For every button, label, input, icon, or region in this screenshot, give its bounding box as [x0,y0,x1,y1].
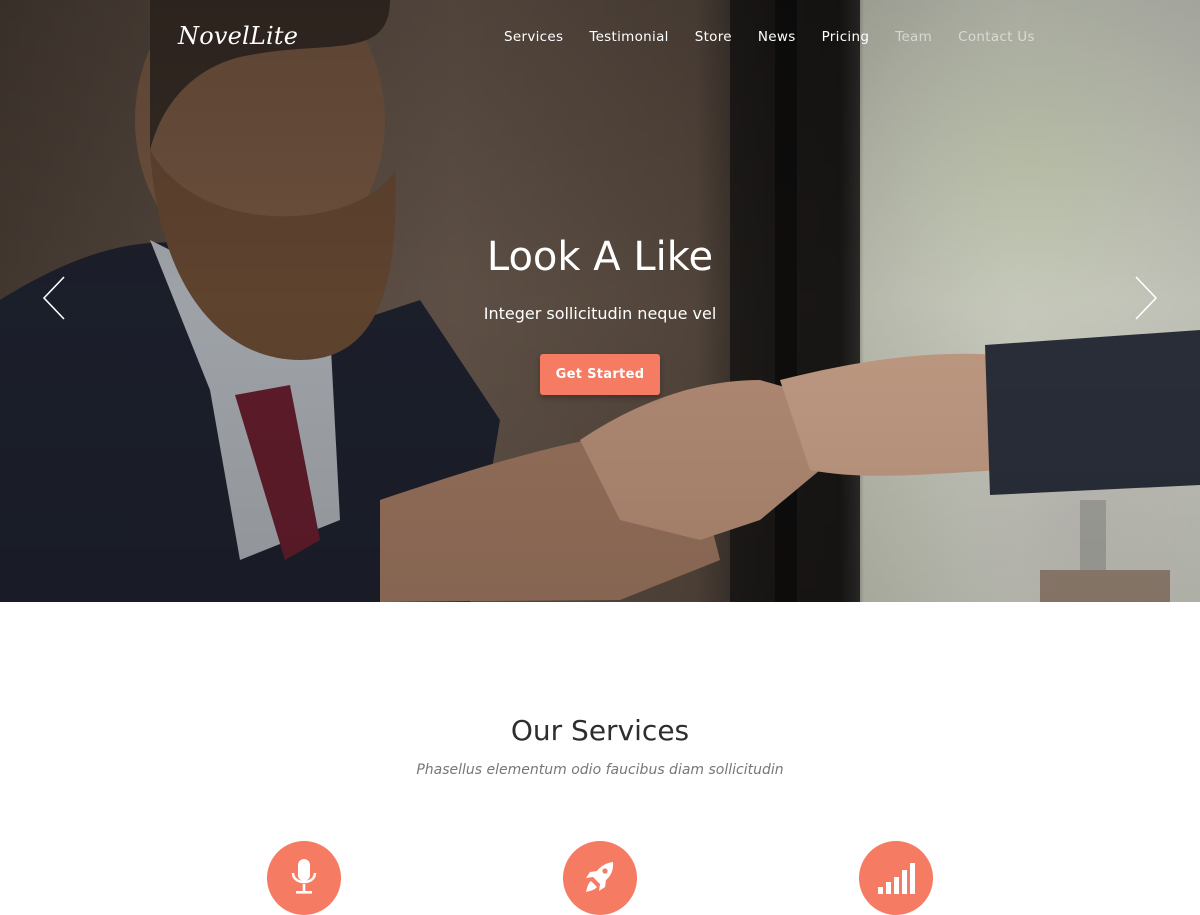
service-icon-1 [267,841,341,915]
nav-item-news[interactable]: News [758,29,796,45]
hero-slider: NovelLite Services Testimonial Store New… [0,0,1200,602]
chevron-right-icon [1135,276,1158,320]
chevron-left-icon [42,276,65,320]
slider-next-button[interactable] [1130,275,1160,321]
services-title: Our Services [510,714,690,747]
nav-item-services[interactable]: Services [504,29,563,45]
nav-item-pricing[interactable]: Pricing [822,29,870,45]
services-subtitle: Phasellus elementum odio faucibus diam s… [416,762,784,778]
nav-item-store[interactable]: Store [695,29,732,45]
hero-subtitle: Integer sollicitudin neque vel [483,304,717,323]
hero-title: Look A Like [486,234,714,280]
nav-item-team[interactable]: Team [895,29,932,45]
rocket-icon [586,862,614,892]
service-icon-2 [563,841,637,915]
nav-item-contact-us[interactable]: Contact Us [958,29,1035,45]
microphone-icon [291,859,317,894]
hero-overlay [0,0,1200,602]
site-logo[interactable]: NovelLite [178,22,298,50]
bar-chart-icon [878,863,915,894]
get-started-button[interactable]: Get Started [540,354,660,395]
service-icon-3 [859,841,933,915]
slider-prev-button[interactable] [40,275,70,321]
main-menu: Services Testimonial Store News Pricing … [504,29,1061,45]
nav-item-testimonial[interactable]: Testimonial [589,29,668,45]
top-navbar: NovelLite Services Testimonial Store New… [0,0,1200,80]
